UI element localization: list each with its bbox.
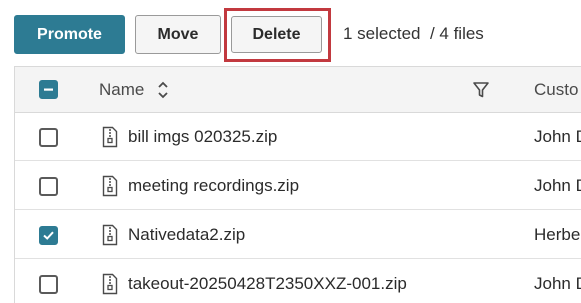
table-header: Name Custo [15, 67, 581, 113]
row-checkbox[interactable] [39, 128, 58, 147]
customer-name: Herbe [534, 225, 581, 244]
filter-icon[interactable] [472, 81, 490, 99]
file-name[interactable]: bill imgs 020325.zip [128, 127, 277, 147]
table-row[interactable]: meeting recordings.zip John D [15, 162, 581, 210]
zip-file-icon [102, 224, 118, 246]
customer-name: John D [534, 127, 581, 146]
file-name[interactable]: takeout-20250428T2350XXZ-001.zip [128, 274, 407, 294]
file-name[interactable]: meeting recordings.zip [128, 176, 299, 196]
file-name[interactable]: Nativedata2.zip [128, 225, 245, 245]
table-row[interactable]: takeout-20250428T2350XXZ-001.zip John D [15, 260, 581, 303]
toolbar: Promote Move Delete 1 selected / 4 files [0, 0, 581, 66]
column-header-name[interactable]: Name [99, 80, 144, 100]
customer-name: John D [534, 274, 581, 293]
column-header-customer[interactable]: Custo [534, 80, 578, 100]
sort-icon[interactable] [156, 79, 170, 101]
table-row[interactable]: Nativedata2.zip Herbe [15, 211, 581, 259]
indeterminate-icon [44, 88, 53, 91]
files-table: Name Custo bill imgs 020325.zip John D m… [14, 66, 581, 303]
zip-file-icon [102, 126, 118, 148]
zip-file-icon [102, 175, 118, 197]
selection-count: 1 selected / 4 files [343, 24, 484, 43]
checkmark-icon [43, 231, 54, 240]
customer-name: John D [534, 176, 581, 195]
table-row[interactable]: bill imgs 020325.zip John D [15, 113, 581, 161]
select-all-checkbox[interactable] [39, 80, 58, 99]
row-checkbox[interactable] [39, 275, 58, 294]
row-checkbox[interactable] [39, 177, 58, 196]
zip-file-icon [102, 273, 118, 295]
delete-button[interactable]: Delete [231, 16, 322, 53]
move-button[interactable]: Move [135, 15, 221, 54]
promote-button[interactable]: Promote [14, 15, 125, 54]
row-checkbox[interactable] [39, 226, 58, 245]
